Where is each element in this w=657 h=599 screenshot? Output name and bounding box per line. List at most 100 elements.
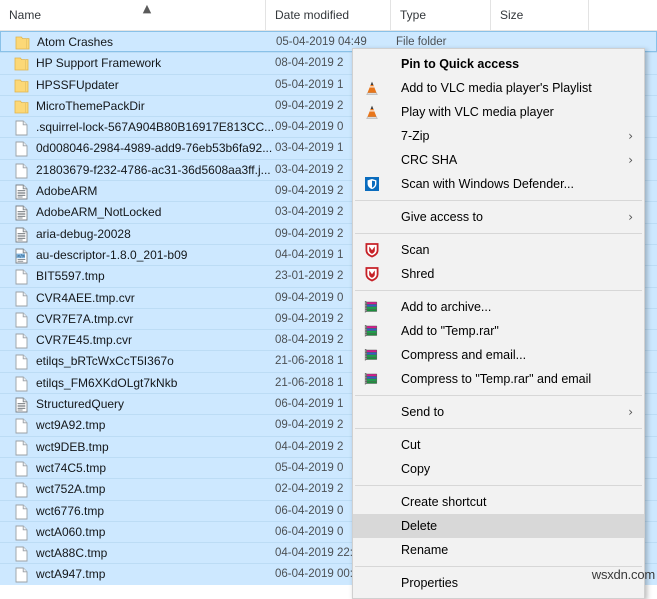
winrar-books-icon (364, 371, 380, 387)
menu-separator (355, 290, 642, 291)
file-name-cell: etilqs_bRTcWxCcT5I367o (36, 354, 174, 369)
file-date-cell: 08-04-2019 2 (275, 57, 344, 70)
context-menu-item[interactable]: Pin to Quick access (353, 52, 644, 76)
context-menu-item[interactable]: Add to archive... (353, 295, 644, 319)
context-menu-item[interactable]: Shred (353, 262, 644, 286)
file-date-cell: 09-04-2019 2 (275, 312, 344, 325)
context-menu-item[interactable]: Compress to "Temp.rar" and email (353, 367, 644, 391)
file-date-cell: 21-06-2018 1 (275, 376, 344, 389)
blank-file-icon (14, 141, 29, 157)
menu-separator (355, 395, 642, 396)
column-header-spacer[interactable] (588, 0, 657, 30)
context-menu-item[interactable]: Add to "Temp.rar" (353, 319, 644, 343)
defender-shield-icon (364, 176, 380, 192)
context-menu-item-label: Pin to Quick access (401, 57, 520, 71)
winrar-books-icon (364, 347, 380, 363)
file-name-cell: HP Support Framework (36, 56, 162, 71)
folder-icon (15, 35, 30, 51)
blank-file-icon (14, 546, 29, 562)
xml-file-icon: </> (14, 248, 29, 264)
file-name-cell: aria-debug-20028 (36, 226, 131, 241)
context-menu-item[interactable]: Rename (353, 538, 644, 562)
blank-file-icon (14, 567, 29, 583)
menu-separator (355, 485, 642, 486)
context-menu-item-label: Shred (401, 267, 435, 281)
column-header-name[interactable]: Name (0, 0, 265, 30)
context-menu-item[interactable]: CRC SHA › (353, 148, 644, 172)
context-menu-item-label: CRC SHA (401, 153, 458, 167)
context-menu-item[interactable]: Scan (353, 238, 644, 262)
context-menu-item[interactable]: Create shortcut (353, 490, 644, 514)
file-date-cell: 09-04-2019 2 (275, 185, 344, 198)
file-date-cell: 03-04-2019 1 (275, 142, 344, 155)
blank-file-icon (14, 504, 29, 520)
file-date-cell: 09-04-2019 0 (275, 291, 344, 304)
file-name-cell: MicroThemePackDir (36, 98, 145, 113)
file-name-cell: wctA88C.tmp (36, 546, 108, 561)
file-name-cell: etilqs_FM6XKdOLgt7kNkb (36, 375, 178, 390)
blank-file-icon (14, 312, 29, 328)
text-file-icon (14, 184, 29, 200)
chevron-right-icon: › (628, 210, 633, 224)
menu-separator (355, 200, 642, 201)
column-header-name-label: Name (9, 8, 42, 22)
file-name-cell: wct9DEB.tmp (36, 439, 109, 454)
context-menu-item[interactable]: Delete (353, 514, 644, 538)
context-menu-item[interactable]: Scan with Windows Defender... (353, 172, 644, 196)
column-header-bar: Name ▲ Date modified Type Size (0, 0, 657, 31)
file-name-cell: wctA060.tmp (36, 524, 106, 539)
file-date-cell: 03-04-2019 2 (275, 206, 344, 219)
file-name-cell: wct9A92.tmp (36, 418, 106, 433)
folder-icon (14, 78, 29, 94)
file-date-cell: 06-04-2019 0 (275, 504, 344, 517)
file-name-cell: 0d008046-2984-4989-add9-76eb53b6fa92... (36, 141, 273, 156)
file-date-cell: 05-04-2019 0 (275, 461, 344, 474)
file-name-cell: AdobeARM_NotLocked (36, 205, 162, 220)
menu-separator (355, 233, 642, 234)
svg-text:</>: </> (17, 253, 25, 258)
file-date-cell: 04-04-2019 2 (275, 440, 344, 453)
folder-icon (14, 99, 29, 115)
context-menu-item-label: Compress to "Temp.rar" and email (401, 372, 592, 386)
column-header-type-label: Type (400, 8, 427, 22)
context-menu-item[interactable]: Play with VLC media player (353, 100, 644, 124)
winrar-books-icon (364, 323, 380, 339)
column-header-date-modified-label: Date modified (275, 8, 350, 22)
file-date-cell: 06-04-2019 0 (275, 525, 344, 538)
malwarebytes-shield-icon (364, 242, 380, 258)
context-menu-item[interactable]: 7-Zip › (353, 124, 644, 148)
column-header-date-modified[interactable]: Date modified (265, 0, 390, 30)
winrar-books-icon (364, 299, 380, 315)
file-name-cell: CVR4AEE.tmp.cvr (36, 290, 135, 305)
file-name-cell: 21803679-f232-4786-ac31-36d5608aa3ff.j..… (36, 162, 271, 177)
context-menu-item[interactable]: Give access to › (353, 205, 644, 229)
folder-icon (14, 56, 29, 72)
file-name-cell: wct6776.tmp (36, 503, 105, 518)
context-menu-item-label: Copy (401, 462, 431, 476)
context-menu-item[interactable]: Send to › (353, 400, 644, 424)
file-name-cell: Atom Crashes (37, 35, 114, 49)
context-menu-item-label: Play with VLC media player (401, 105, 554, 119)
chevron-right-icon: › (628, 405, 633, 419)
context-menu-item[interactable]: Cut (353, 433, 644, 457)
malwarebytes-shield-icon (364, 266, 380, 282)
context-menu-item[interactable]: Compress and email... (353, 343, 644, 367)
text-file-icon (14, 397, 29, 413)
file-date-cell: 09-04-2019 2 (275, 99, 344, 112)
file-name-cell: wct752A.tmp (36, 482, 106, 497)
file-date-cell: 09-04-2019 2 (275, 227, 344, 240)
vlc-cone-icon (364, 80, 380, 96)
context-menu-item[interactable]: Copy (353, 457, 644, 481)
chevron-right-icon: › (628, 153, 633, 167)
file-date-cell: 09-04-2019 2 (275, 419, 344, 432)
blank-file-icon (14, 163, 29, 179)
context-menu-item-label: Scan (401, 243, 430, 257)
context-menu-item[interactable]: Add to VLC media player's Playlist (353, 76, 644, 100)
column-header-type[interactable]: Type (390, 0, 490, 30)
file-name-cell: AdobeARM (36, 184, 98, 199)
column-header-size[interactable]: Size (490, 0, 588, 30)
context-menu-item-label: Add to VLC media player's Playlist (401, 81, 592, 95)
sort-ascending-icon: ▲ (142, 2, 152, 15)
context-menu-item-label: Scan with Windows Defender... (401, 177, 574, 191)
chevron-right-icon: › (628, 129, 633, 143)
